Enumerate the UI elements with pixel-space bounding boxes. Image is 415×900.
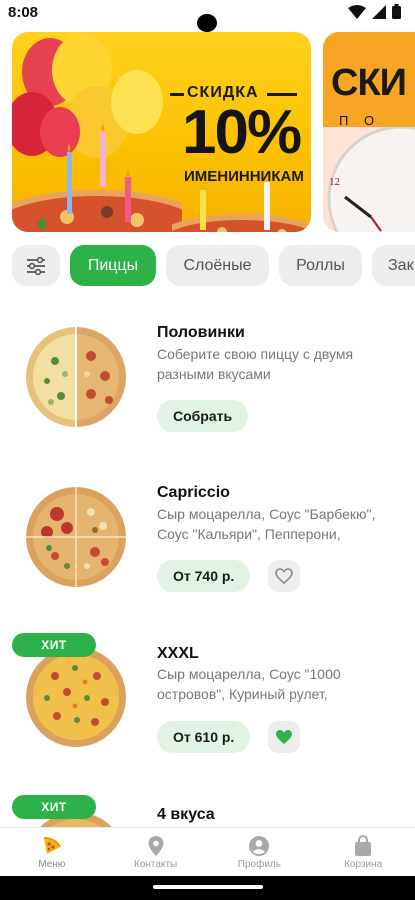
filter-button[interactable] — [12, 245, 60, 286]
camera-cutout — [197, 14, 217, 32]
nav-cart[interactable]: Корзина — [311, 828, 415, 876]
banner-label-bottom: ИМЕНИННИКАМ — [184, 168, 304, 185]
nav-label: Корзина — [344, 858, 383, 870]
nav-menu[interactable]: Меню — [0, 828, 104, 876]
category-chip-pizza[interactable]: Пиццы — [70, 245, 156, 286]
category-chip-rolls[interactable]: Роллы — [279, 245, 362, 286]
product-title: 4 вкуса — [157, 806, 215, 823]
category-chip-snacks[interactable]: Зак — [372, 245, 415, 286]
product-title: Capriccio — [157, 484, 230, 501]
pizza-xxxl-image — [26, 647, 126, 747]
assemble-button[interactable]: Собрать — [157, 400, 249, 432]
pizza-halves-image — [26, 327, 126, 427]
shopping-bag-icon — [355, 834, 372, 856]
price-button[interactable]: От 610 р. — [157, 721, 251, 753]
clock-illustration: 12 — [327, 127, 415, 232]
status-time: 8:08 — [8, 4, 39, 21]
signal-icon — [372, 4, 386, 19]
nav-label: Меню — [38, 858, 66, 870]
product-card[interactable]: Capriccio Сыр моцарелла, Соус "Барбекю",… — [0, 478, 415, 618]
hit-badge: ХИТ — [12, 795, 96, 819]
price-button[interactable]: От 740 р. — [157, 560, 251, 592]
app-screen: 8:08 СКИДКА 10% ИМЕНИННИКАМ СКИ П О 12 П… — [0, 0, 415, 900]
battery-icon — [392, 4, 401, 19]
nav-label: Контакты — [134, 858, 178, 870]
heart-outline-icon — [275, 568, 293, 584]
category-chips: Пиццы Слоёные Роллы Зак — [12, 245, 415, 286]
banner-line-right — [267, 93, 297, 96]
product-title: Половинки — [157, 324, 245, 341]
favorite-button[interactable] — [268, 721, 300, 753]
product-description: Соберите свою пиццу с двумя разными вкус… — [157, 346, 354, 382]
balloons-pizza-illustration — [12, 34, 182, 232]
promo-banner-second[interactable]: СКИ П О 12 — [323, 32, 415, 232]
product-description: Сыр моцарелла, Соус "Барбекю", Соус "Кал… — [157, 506, 376, 542]
banner-line-left — [170, 93, 184, 96]
banner-big-text: 10% — [182, 98, 302, 167]
product-card[interactable]: ХИТ 4 вкуса — [0, 795, 415, 827]
bottom-navigation: Меню Контакты Профиль Корзина — [0, 827, 415, 876]
system-gesture-bar — [0, 876, 415, 900]
filter-sliders-icon — [27, 256, 45, 275]
location-pin-icon — [148, 835, 164, 856]
status-bar: 8:08 — [0, 0, 415, 32]
product-card[interactable]: ХИТ XXXL Сыр моцарелла, Соус "1000 остро… — [0, 633, 415, 783]
wifi-icon — [348, 4, 366, 19]
banner-label-bottom: П О — [339, 113, 381, 128]
svg-text:12: 12 — [329, 176, 340, 188]
status-icons — [348, 4, 401, 19]
heart-filled-icon — [276, 730, 292, 744]
pizza-capriccio-image — [26, 487, 126, 587]
promo-banner-birthday[interactable]: СКИДКА 10% ИМЕНИННИКАМ — [12, 32, 311, 232]
nav-profile[interactable]: Профиль — [208, 828, 312, 876]
user-icon — [249, 835, 270, 856]
product-description: Сыр моцарелла, Соус "1000 островов", Кур… — [157, 666, 341, 702]
pizza-right-illustration — [172, 182, 311, 232]
nav-label: Профиль — [237, 858, 281, 870]
favorite-button[interactable] — [268, 560, 300, 592]
product-title: XXXL — [157, 645, 199, 662]
product-card[interactable]: Половинки Соберите свою пиццу с двумя ра… — [0, 318, 415, 458]
pizza-slice-icon — [43, 836, 61, 854]
hit-badge: ХИТ — [12, 633, 96, 657]
home-indicator[interactable] — [153, 885, 263, 889]
category-chip-puff[interactable]: Слоёные — [166, 245, 269, 286]
banner-big-text: СКИ — [331, 62, 407, 104]
nav-contacts[interactable]: Контакты — [104, 828, 208, 876]
